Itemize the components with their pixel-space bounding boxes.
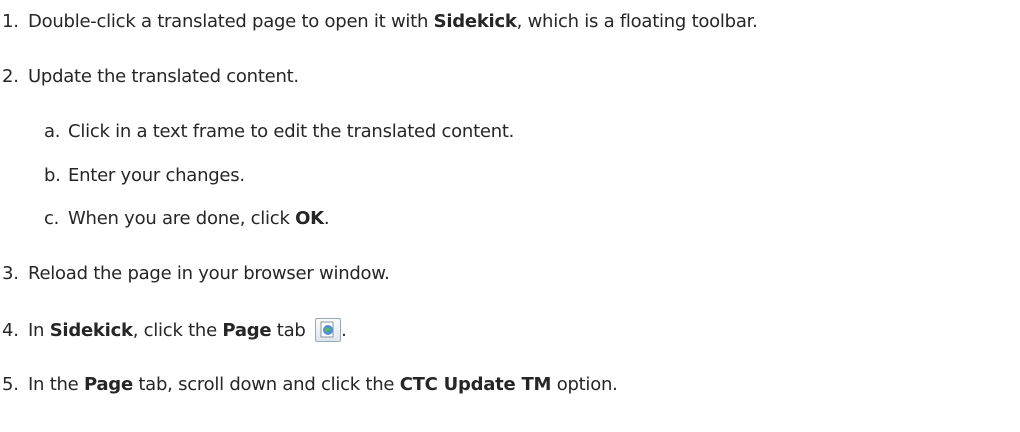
step-text: tab, scroll down and click the (132, 374, 400, 395)
step-number: 2. (2, 66, 19, 87)
step-number: 4. (2, 320, 19, 341)
step-5: 5. In the Page tab, scroll down and click… (2, 373, 618, 397)
substep-text: Click in a text frame to edit the transl… (68, 121, 515, 142)
step-bold: Page (222, 320, 272, 341)
step-text: Update the translated content. (28, 66, 299, 87)
step-text: Double-click a translated page to open i… (28, 11, 434, 32)
substep-text: Enter your changes. (68, 165, 245, 186)
step-text: , which is a floating toolbar. (516, 11, 758, 32)
step-text: In the (28, 374, 84, 395)
substep-b: b. Enter your changes. (44, 164, 245, 188)
step-text: option. (551, 374, 618, 395)
instruction-list: 1. Double-click a translated page to open… (0, 0, 1020, 432)
substep-text: When you are done, click (68, 208, 296, 229)
step-number: 3. (2, 263, 19, 284)
step-number: 5. (2, 374, 19, 395)
substep-bold: OK (295, 208, 324, 229)
step-4: 4. In Sidekick, click the Page tab . (2, 318, 347, 343)
step-text: , click the (132, 320, 223, 341)
substep-letter: b. (44, 165, 61, 186)
substep-letter: c. (44, 208, 60, 229)
page-globe-icon (320, 321, 334, 338)
step-2: 2. Update the translated content. (2, 65, 299, 89)
step-bold: Page (83, 374, 133, 395)
step-bold: CTC Update TM (399, 374, 552, 395)
step-text: Reload the page in your browser window. (28, 263, 390, 284)
step-text: . (341, 320, 347, 341)
step-text: tab (271, 320, 306, 341)
substep-c: c. When you are done, click OK. (44, 207, 330, 231)
step-1: 1. Double-click a translated page to open… (2, 10, 758, 34)
step-3: 3. Reload the page in your browser window… (2, 262, 390, 286)
substep-letter: a. (44, 121, 61, 142)
step-bold: Sidekick (49, 320, 133, 341)
step-bold: Sidekick (433, 11, 517, 32)
page-tab-icon (315, 318, 342, 342)
substep-text: . (323, 208, 330, 229)
step-number: 1. (2, 11, 19, 32)
step-text: In (28, 320, 50, 341)
substep-a: a. Click in a text frame to edit the tran… (44, 120, 514, 144)
